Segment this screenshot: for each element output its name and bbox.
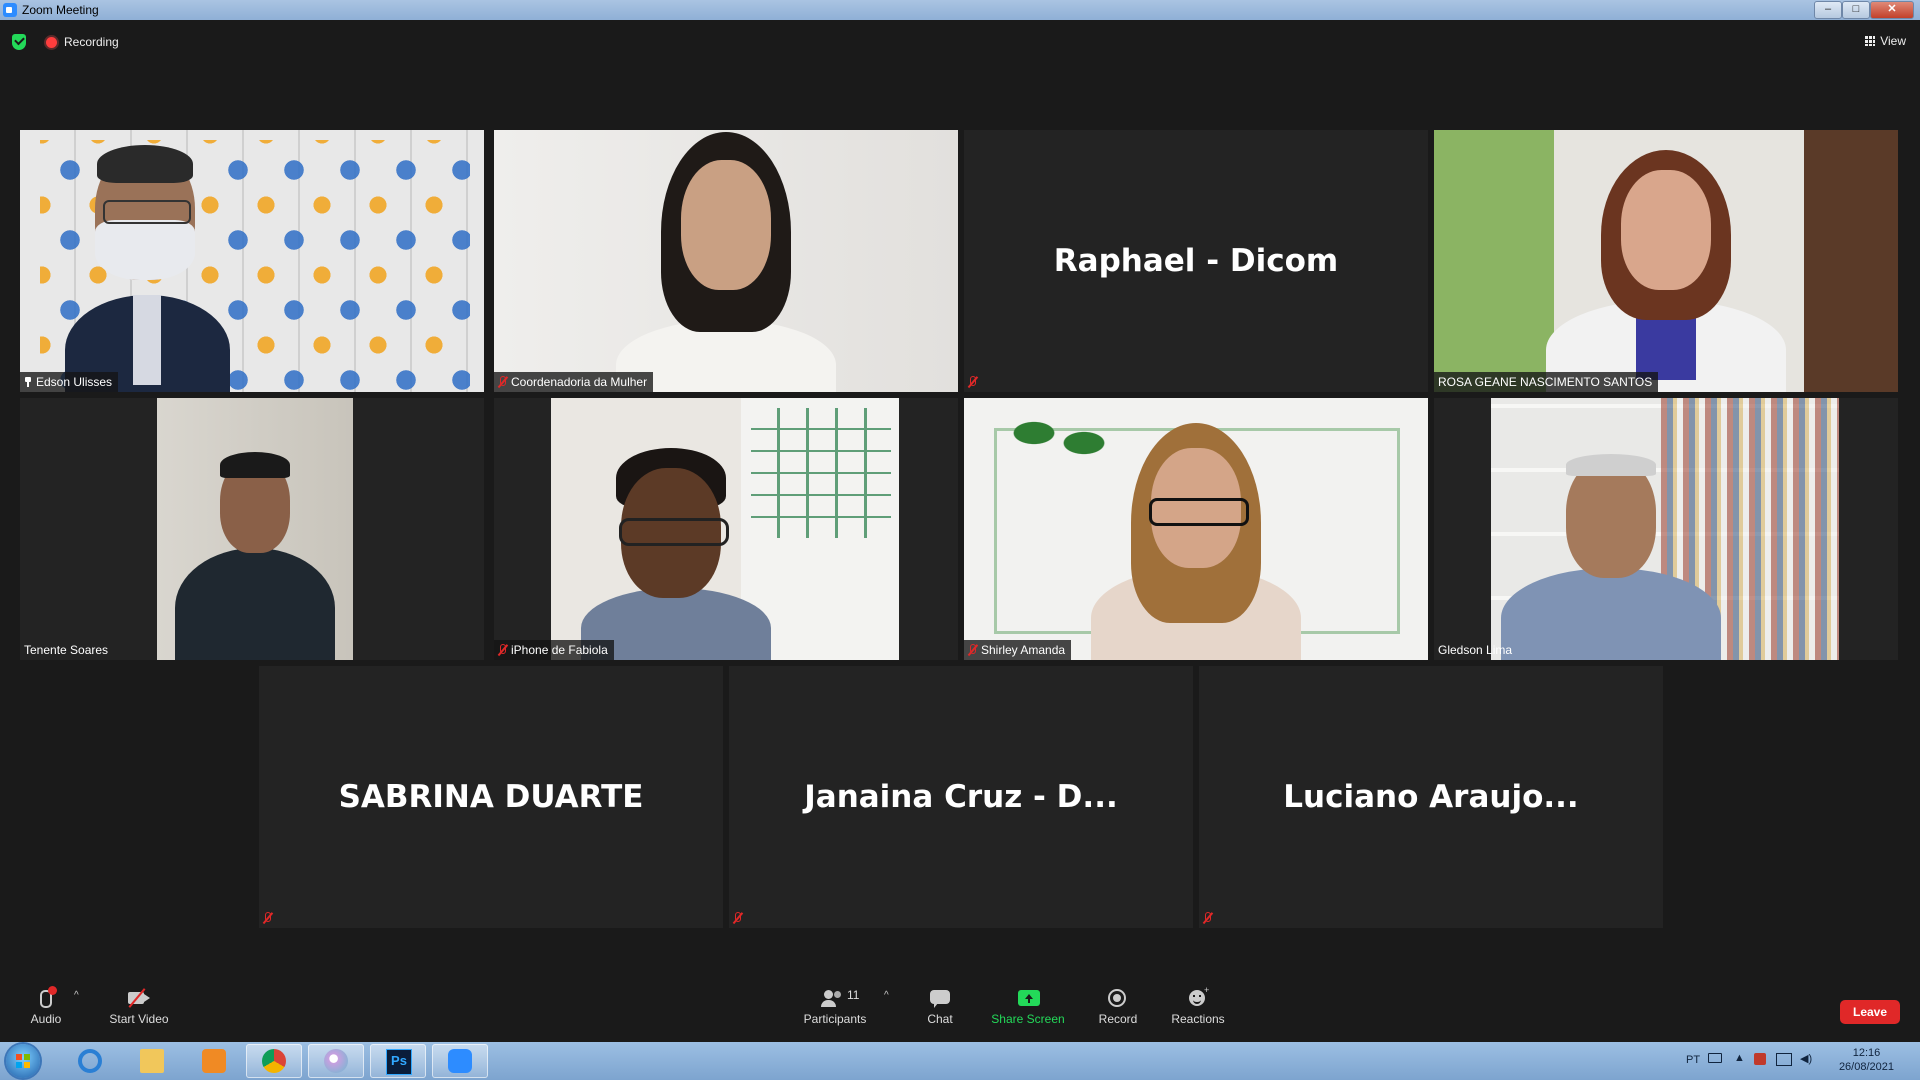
chat-button[interactable]: Chat: [920, 988, 960, 1026]
volume-icon[interactable]: ◀): [1800, 1052, 1812, 1065]
meeting-toolbar: Audio ^ Start Video 11 Participants ^ Ch…: [0, 974, 1920, 1042]
record-button[interactable]: Record: [1096, 988, 1140, 1026]
show-hidden-icons-chevron-icon[interactable]: ▲: [1734, 1052, 1745, 1064]
zoom-app-icon: [3, 3, 17, 17]
video-feed: [1491, 398, 1839, 660]
start-video-button[interactable]: Start Video: [104, 988, 174, 1026]
clock-date: 26/08/2021: [1838, 1061, 1894, 1073]
muted-mic-icon: [263, 912, 272, 924]
chrome-icon[interactable]: [246, 1044, 302, 1078]
start-menu-icon[interactable]: [6, 1044, 40, 1078]
participants-label: Participants: [803, 1012, 867, 1026]
share-screen-label: Share Screen: [991, 1012, 1065, 1026]
view-button[interactable]: View: [1865, 34, 1906, 48]
keyboard-icon[interactable]: [1708, 1053, 1722, 1063]
clock-time: 12:16: [1852, 1047, 1881, 1059]
pin-icon: [24, 377, 32, 387]
security-shield-icon[interactable]: [12, 34, 26, 50]
minimize-button[interactable]: –: [1814, 1, 1842, 19]
record-icon: [1096, 988, 1140, 1008]
participant-name: Coordenadoria da Mulher: [494, 372, 654, 392]
participants-count: 11: [847, 988, 860, 1002]
window-title: Zoom Meeting: [22, 3, 99, 17]
microphone-icon: [26, 986, 66, 1008]
participant-name: iPhone de Fabiola: [494, 640, 614, 660]
video-tile-sabrina[interactable]: SABRINA DUARTE: [259, 666, 723, 928]
video-tile-tenente-soares[interactable]: Tenente Soares: [20, 398, 484, 660]
video-tile-edson[interactable]: Edson Ulisses: [20, 130, 484, 392]
video-tile-luciano[interactable]: Luciano Araujo...: [1199, 666, 1663, 928]
video-feed: [964, 398, 1428, 660]
grid-view-icon: [1865, 36, 1876, 46]
view-label: View: [1880, 34, 1906, 48]
window-titlebar: Zoom Meeting – □ ✕: [0, 0, 1920, 20]
participant-name: Gledson Lima: [1438, 643, 1513, 657]
participants-options-chevron-icon[interactable]: ^: [884, 990, 889, 1001]
participant-name: Tenente Soares: [24, 643, 109, 657]
video-tile-fabiola[interactable]: iPhone de Fabiola: [494, 398, 958, 660]
media-player-icon[interactable]: [186, 1044, 242, 1078]
leave-button[interactable]: Leave: [1840, 1000, 1900, 1024]
reactions-label: Reactions: [1171, 1012, 1225, 1026]
audio-button[interactable]: Audio: [26, 986, 66, 1026]
meeting-topbar: Recording View: [0, 20, 1920, 64]
participant-display-name: Janaina Cruz - D...: [804, 779, 1118, 815]
camera-off-icon: [104, 988, 174, 1008]
participant-display-name: SABRINA DUARTE: [338, 779, 644, 815]
video-feed: [494, 130, 958, 392]
network-icon[interactable]: [1776, 1053, 1792, 1066]
share-screen-icon: [990, 988, 1066, 1008]
muted-mic-icon: [1203, 912, 1212, 924]
recording-label: Recording: [64, 35, 119, 49]
zoom-taskbar-icon[interactable]: [432, 1044, 488, 1078]
system-clock[interactable]: 12:16 26/08/2021: [1839, 1046, 1894, 1074]
participant-name: Shirley Amanda: [964, 640, 1072, 660]
muted-mic-icon: [498, 644, 507, 656]
muted-mic-icon: [733, 912, 742, 924]
video-tile-raphael[interactable]: Raphael - Dicom: [964, 130, 1428, 392]
internet-explorer-icon[interactable]: [62, 1044, 118, 1078]
close-button[interactable]: ✕: [1870, 1, 1914, 19]
participant-display-name: Luciano Araujo...: [1283, 779, 1579, 815]
audio-options-chevron-icon[interactable]: ^: [74, 990, 79, 1001]
video-tile-shirley[interactable]: Shirley Amanda: [964, 398, 1428, 660]
video-tile-coordenadoria[interactable]: Coordenadoria da Mulher: [494, 130, 958, 392]
video-tile-janaina[interactable]: Janaina Cruz - D...: [729, 666, 1193, 928]
recording-dot-icon: [46, 37, 57, 48]
muted-mic-icon: [968, 376, 977, 388]
file-explorer-icon[interactable]: [124, 1044, 180, 1078]
muted-mic-icon: [498, 376, 507, 388]
record-label: Record: [1098, 1012, 1138, 1026]
participant-name: Edson Ulisses: [20, 372, 119, 392]
video-feed: [1434, 130, 1898, 392]
participant-name: ROSA GEANE NASCIMENTO SANTOS: [1434, 372, 1659, 392]
participants-icon: 11: [800, 988, 870, 1008]
language-indicator[interactable]: PT: [1686, 1054, 1700, 1066]
paint-icon[interactable]: [308, 1044, 364, 1078]
chat-label: Chat: [927, 1012, 953, 1026]
participants-button[interactable]: 11 Participants: [800, 988, 870, 1026]
participant-display-name: Raphael - Dicom: [1053, 243, 1339, 279]
video-feed: [551, 398, 899, 660]
photoshop-icon[interactable]: Ps: [370, 1044, 426, 1078]
video-tile-rosa[interactable]: ROSA GEANE NASCIMENTO SANTOS: [1434, 130, 1898, 392]
action-center-flag-icon[interactable]: [1754, 1053, 1766, 1065]
video-feed: [20, 130, 484, 392]
muted-mic-icon: [968, 644, 977, 656]
video-feed: [157, 398, 353, 660]
video-tile-gledson[interactable]: Gledson Lima: [1434, 398, 1898, 660]
share-screen-button[interactable]: Share Screen: [990, 988, 1066, 1026]
audio-label: Audio: [30, 1012, 62, 1026]
maximize-button[interactable]: □: [1842, 1, 1870, 19]
reactions-button[interactable]: + Reactions: [1170, 985, 1226, 1026]
windows-taskbar: Ps PT ▲ ◀) 12:16 26/08/2021: [0, 1042, 1920, 1080]
reactions-smiley-icon: +: [1170, 985, 1226, 1008]
start-video-label: Start Video: [109, 1012, 169, 1026]
chat-icon: [920, 988, 960, 1008]
